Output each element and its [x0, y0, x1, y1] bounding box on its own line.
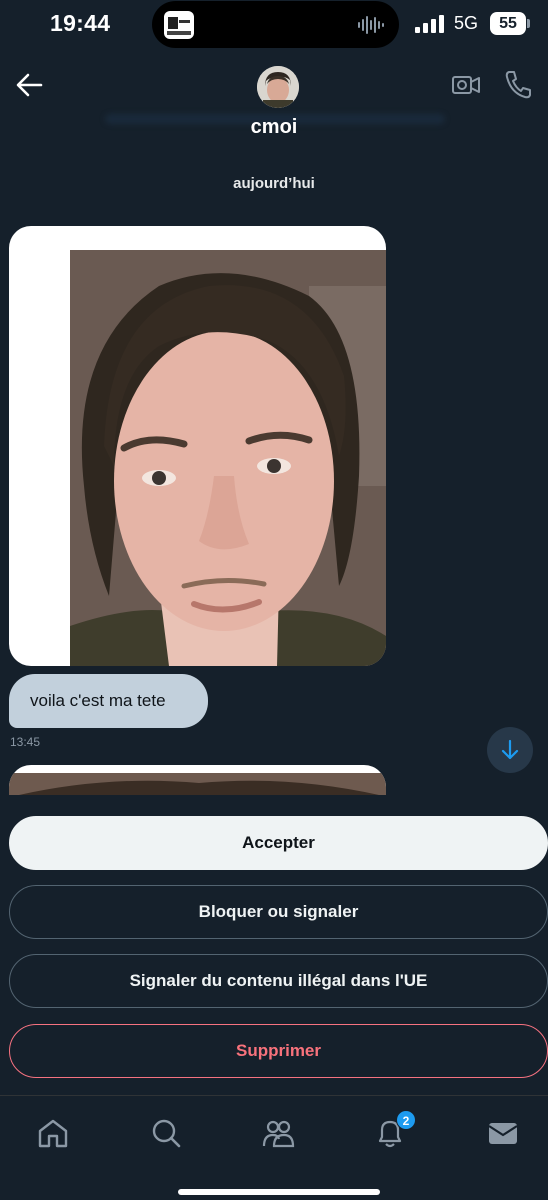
battery-tip: [527, 19, 530, 28]
accept-button[interactable]: Accepter: [9, 816, 548, 870]
audio-waveform-icon: [358, 16, 384, 34]
network-type: 5G: [454, 13, 479, 33]
cellular-signal-icon: [415, 15, 444, 33]
communities-icon[interactable]: [261, 1116, 295, 1150]
messages-icon[interactable]: [486, 1116, 520, 1150]
photo-message[interactable]: [9, 226, 386, 666]
message-bubble[interactable]: voila c'est ma tete: [9, 674, 208, 728]
selfie-photo: [70, 250, 386, 666]
message-timestamp: 13:45: [10, 735, 41, 749]
contact-name[interactable]: cmoi: [0, 116, 548, 139]
message-request-actions: Accepter Bloquer ou signaler Signaler du…: [0, 795, 548, 1095]
search-icon[interactable]: [149, 1116, 183, 1150]
phone-icon[interactable]: [503, 68, 533, 100]
contact-avatar[interactable]: [257, 66, 299, 108]
block-or-report-button[interactable]: Bloquer ou signaler: [9, 885, 548, 939]
delete-button[interactable]: Supprimer: [9, 1024, 548, 1078]
notifications-badge: 2: [396, 1110, 416, 1130]
back-arrow-icon[interactable]: [14, 68, 44, 102]
bottom-navigation: [0, 1095, 548, 1200]
status-bar: 19:44 5G 55: [0, 0, 548, 52]
home-icon[interactable]: [36, 1116, 70, 1150]
partial-photo: [9, 773, 386, 795]
dynamic-island: [152, 1, 399, 48]
date-separator: aujourd’hui: [233, 175, 315, 192]
scroll-to-bottom-button[interactable]: [487, 727, 533, 773]
video-camera-icon[interactable]: [450, 70, 482, 100]
home-indicator[interactable]: [178, 1189, 380, 1195]
report-illegal-content-eu-button[interactable]: Signaler du contenu illégal dans l'UE: [9, 954, 548, 1008]
delete-label: Supprimer: [235, 1041, 322, 1060]
battery-indicator: 55: [490, 12, 526, 35]
photo-message-partial[interactable]: [9, 765, 386, 795]
island-app-thumbnail-icon: [164, 11, 194, 39]
arrow-down-icon: [501, 739, 519, 760]
status-time: 19:44: [50, 10, 111, 36]
